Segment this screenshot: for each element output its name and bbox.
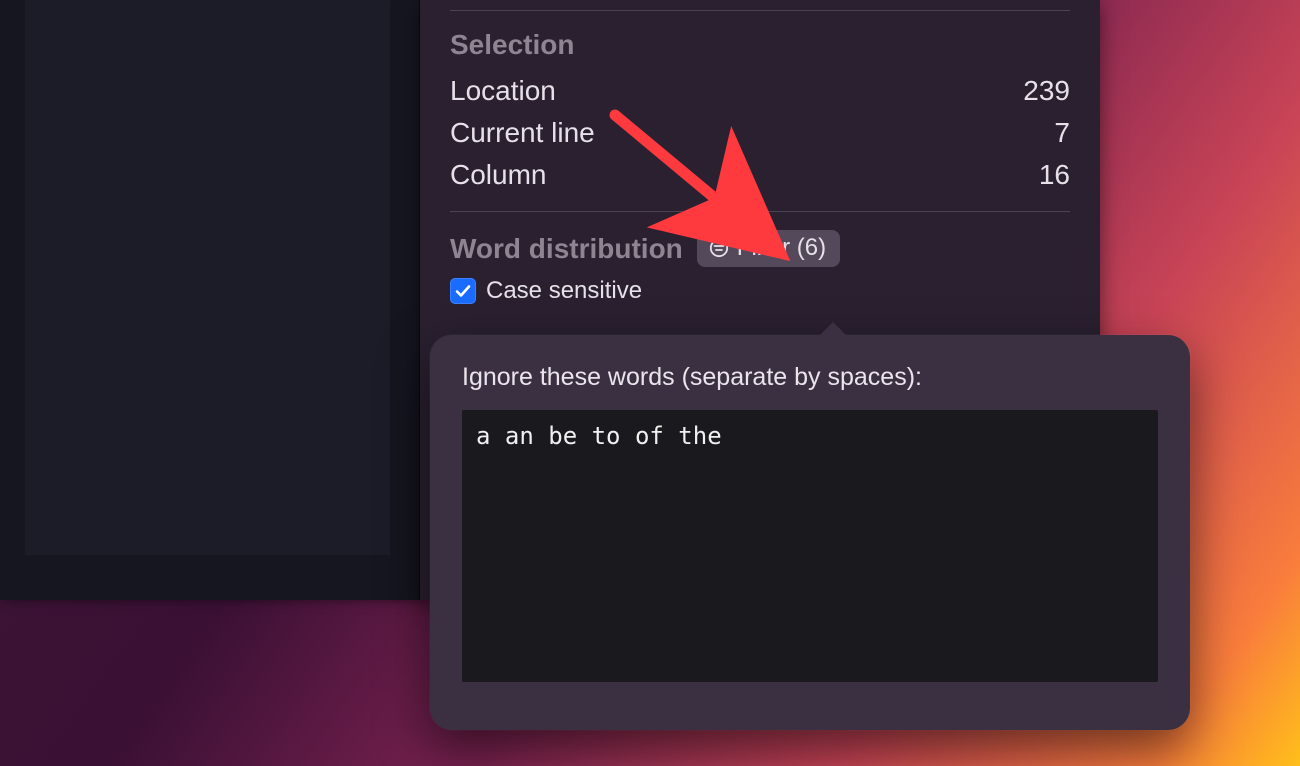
popover-arrow bbox=[818, 322, 848, 337]
divider bbox=[450, 211, 1070, 212]
location-value: 239 bbox=[1023, 75, 1070, 107]
case-sensitive-row[interactable]: Case sensitive bbox=[450, 277, 1070, 305]
case-sensitive-label: Case sensitive bbox=[486, 277, 642, 305]
selection-current-line-row: Current line 7 bbox=[450, 117, 1070, 149]
word-distribution-header: Word distribution Filter (6) bbox=[450, 230, 1070, 267]
location-label: Location bbox=[450, 75, 1023, 107]
editor-panel bbox=[0, 0, 420, 600]
current-line-label: Current line bbox=[450, 117, 1054, 149]
case-sensitive-checkbox[interactable] bbox=[450, 278, 476, 304]
checkmark-icon bbox=[454, 282, 472, 300]
filter-icon bbox=[709, 238, 729, 258]
word-distribution-title: Word distribution bbox=[450, 233, 683, 265]
selection-section-title: Selection bbox=[450, 29, 1070, 61]
filter-popover: Ignore these words (separate by spaces): bbox=[430, 335, 1190, 730]
filter-button-label: Filter (6) bbox=[737, 234, 826, 262]
ignore-words-input[interactable] bbox=[462, 410, 1158, 682]
selection-column-row: Column 16 bbox=[450, 159, 1070, 191]
column-label: Column bbox=[450, 159, 1039, 191]
filter-button[interactable]: Filter (6) bbox=[697, 230, 840, 267]
editor-content-area[interactable] bbox=[25, 0, 390, 555]
current-line-value: 7 bbox=[1054, 117, 1070, 149]
selection-location-row: Location 239 bbox=[450, 75, 1070, 107]
ignore-words-label: Ignore these words (separate by spaces): bbox=[462, 363, 1158, 392]
column-value: 16 bbox=[1039, 159, 1070, 191]
divider bbox=[450, 10, 1070, 11]
